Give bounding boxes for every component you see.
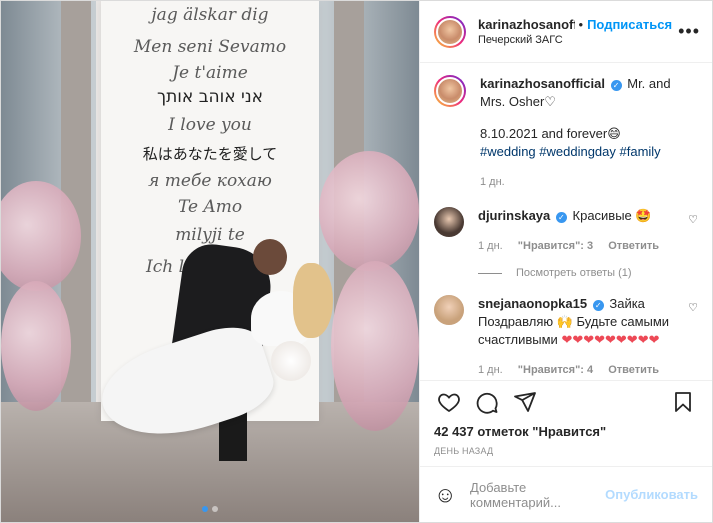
banner-line: Je t'aime <box>172 63 248 83</box>
banner-line: אני אוהב אותך <box>156 87 263 107</box>
avatar[interactable] <box>434 75 466 107</box>
flower-arrangement <box>319 151 419 271</box>
comment: djurinskaya ✓ Красивые 🤩 1 дн. "Нравится… <box>434 207 700 255</box>
banner-line: milyji te <box>175 225 245 245</box>
carousel-dot[interactable] <box>202 506 208 512</box>
action-bar <box>420 380 712 422</box>
comment-like-icon[interactable]: ♡ <box>688 213 698 226</box>
avatar[interactable] <box>434 207 464 237</box>
bookmark-icon[interactable] <box>666 387 700 417</box>
hearts-emoji: ❤❤❤❤❤❤❤❤❤ <box>561 332 660 347</box>
post-sidebar: karinazhosanofficial • Подписаться Печер… <box>419 1 712 522</box>
verified-badge-icon: ✓ <box>592 300 604 311</box>
username-link[interactable]: karinazhosanofficial <box>478 17 575 32</box>
location-link[interactable]: Печерский ЗАГС <box>478 34 672 46</box>
banner-line: я тебе кохаю <box>148 171 272 191</box>
reply-button[interactable]: Ответить <box>608 364 659 376</box>
groom-head <box>253 239 287 275</box>
carousel-dot[interactable] <box>212 506 218 512</box>
comments-list: karinazhosanofficial ✓ Mr. and Mrs. Oshe… <box>420 63 712 380</box>
view-replies-label: Посмотреть ответы (1) <box>516 267 632 279</box>
comment-likes[interactable]: "Нравится": 4 <box>518 364 593 376</box>
comment-time[interactable]: 1 дн. <box>478 240 503 252</box>
comment: snejanaonopka15 ✓ Зайка Поздравляю 🙌 Буд… <box>434 295 700 379</box>
caption-username[interactable]: karinazhosanofficial <box>480 76 605 91</box>
comment-username[interactable]: djurinskaya <box>478 208 550 223</box>
carousel-dots <box>1 506 419 512</box>
post-photo[interactable]: jag älskar dig Men seni Sevamo Je t'aime… <box>1 1 419 522</box>
comment-username[interactable]: snejanaonopka15 <box>478 296 587 311</box>
heart-icon[interactable] <box>432 387 466 417</box>
avatar[interactable] <box>434 15 466 48</box>
comment-time[interactable]: 1 дн. <box>478 364 503 376</box>
likes-count[interactable]: 42 437 отметок "Нравится" <box>420 422 712 442</box>
comment-icon[interactable] <box>470 387 504 417</box>
caption: karinazhosanofficial ✓ Mr. and Mrs. Oshe… <box>434 75 700 191</box>
reply-button[interactable]: Ответить <box>608 240 659 252</box>
verified-badge-icon: ✓ <box>555 212 567 223</box>
add-comment-bar: ☺ Добавьте комментарий... Опубликовать <box>420 466 712 522</box>
flower-arrangement <box>1 281 71 411</box>
separator-dot: • <box>578 17 584 32</box>
comment-likes[interactable]: "Нравится": 3 <box>518 240 593 252</box>
bride-hair <box>293 263 333 338</box>
comment-input[interactable]: Добавьте комментарий... <box>470 480 605 510</box>
banner-line: I love you <box>168 115 252 135</box>
avatar[interactable] <box>434 295 464 325</box>
smiley-icon[interactable]: ☺ <box>434 482 464 508</box>
follow-button[interactable]: Подписаться <box>587 17 672 32</box>
flower-arrangement <box>331 261 419 431</box>
banner-line: 私はあなたを愛して <box>142 145 278 163</box>
instagram-post: jag älskar dig Men seni Sevamo Je t'aime… <box>0 0 713 523</box>
banner-line: Men seni Sevamo <box>133 37 287 57</box>
publish-button[interactable]: Опубликовать <box>605 487 698 502</box>
verified-badge-icon: ✓ <box>610 80 622 91</box>
comment-text: Красивые 🤩 <box>572 208 652 223</box>
bouquet <box>271 341 311 381</box>
banner-line: Te Amo <box>177 197 243 217</box>
banner-line: jag älskar dig <box>151 5 269 25</box>
post-header: karinazhosanofficial • Подписаться Печер… <box>420 1 712 63</box>
caption-date-line: 8.10.2021 and forever😄 <box>480 126 621 141</box>
paper-plane-icon[interactable] <box>508 387 542 417</box>
post-time[interactable]: ДЕНЬ НАЗАД <box>420 442 712 466</box>
hashtags[interactable]: #wedding #weddingday #family <box>480 143 678 161</box>
view-replies-button[interactable]: Посмотреть ответы (1) <box>478 267 700 279</box>
caption-time[interactable]: 1 дн. <box>480 176 505 188</box>
comment-like-icon[interactable]: ♡ <box>688 301 698 314</box>
more-options-icon[interactable]: ••• <box>678 21 700 42</box>
